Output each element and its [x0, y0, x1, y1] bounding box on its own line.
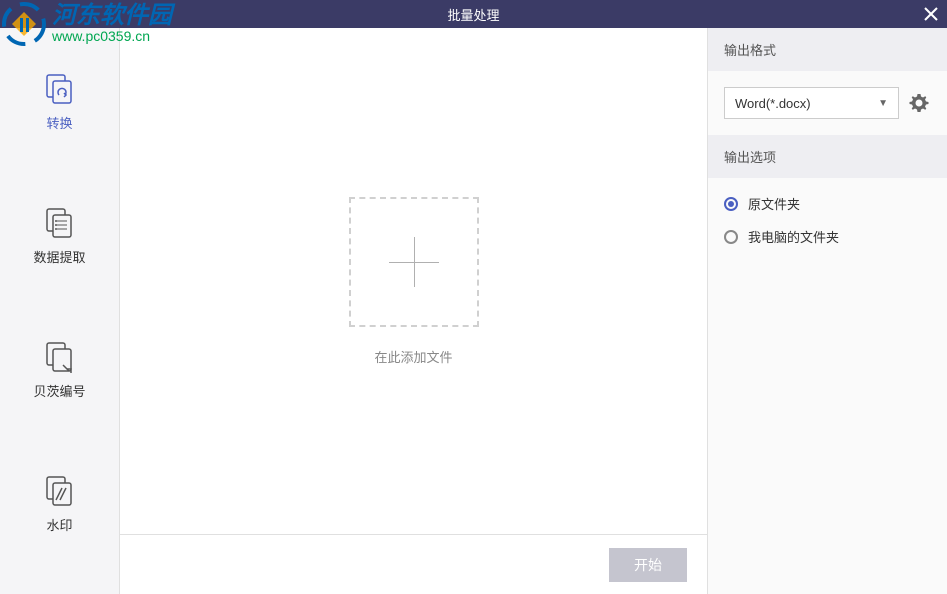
radio-label: 我电脑的文件夹: [748, 227, 839, 246]
close-icon: [924, 7, 938, 21]
output-format-header: 输出格式: [708, 28, 947, 71]
sidebar-item-convert[interactable]: 转换: [0, 58, 119, 152]
right-panel: 输出格式 Word(*.docx) ▼ 输出选项: [707, 28, 947, 594]
sidebar-item-label: 水印: [46, 515, 72, 534]
gear-icon: [909, 93, 929, 113]
plus-icon: [389, 237, 439, 287]
radio-original-folder[interactable]: 原文件夹: [724, 194, 931, 213]
sidebar-item-label: 数据提取: [33, 247, 85, 266]
center-panel: 在此添加文件 开始: [120, 28, 707, 594]
window-title: 批量处理: [447, 5, 499, 24]
sidebar-item-extract[interactable]: 数据提取: [0, 192, 119, 286]
radio-label: 原文件夹: [748, 194, 800, 213]
format-select-value: Word(*.docx): [735, 96, 811, 111]
sidebar-item-watermark[interactable]: 水印: [0, 460, 119, 554]
radio-custom-folder[interactable]: 我电脑的文件夹: [724, 227, 931, 246]
radio-icon: [724, 230, 738, 244]
sidebar: 转换 数据提取: [0, 28, 120, 594]
start-button[interactable]: 开始: [609, 548, 687, 582]
file-drop-zone[interactable]: [349, 197, 479, 327]
radio-icon: [724, 197, 738, 211]
drop-hint-text: 在此添加文件: [374, 347, 452, 366]
convert-icon: [44, 73, 76, 105]
close-button[interactable]: [915, 0, 947, 28]
bates-icon: [44, 341, 76, 373]
titlebar: 批量处理: [0, 0, 947, 28]
bottom-bar: 开始: [120, 534, 707, 594]
format-settings-button[interactable]: [907, 91, 931, 115]
output-format-select[interactable]: Word(*.docx) ▼: [724, 87, 899, 119]
watermark-icon: [44, 475, 76, 507]
extract-icon: [44, 207, 76, 239]
chevron-down-icon: ▼: [878, 98, 888, 109]
sidebar-item-label: 贝茨编号: [33, 381, 85, 400]
sidebar-item-label: 转换: [46, 113, 72, 132]
sidebar-item-bates[interactable]: 贝茨编号: [0, 326, 119, 420]
output-options-header: 输出选项: [708, 135, 947, 178]
